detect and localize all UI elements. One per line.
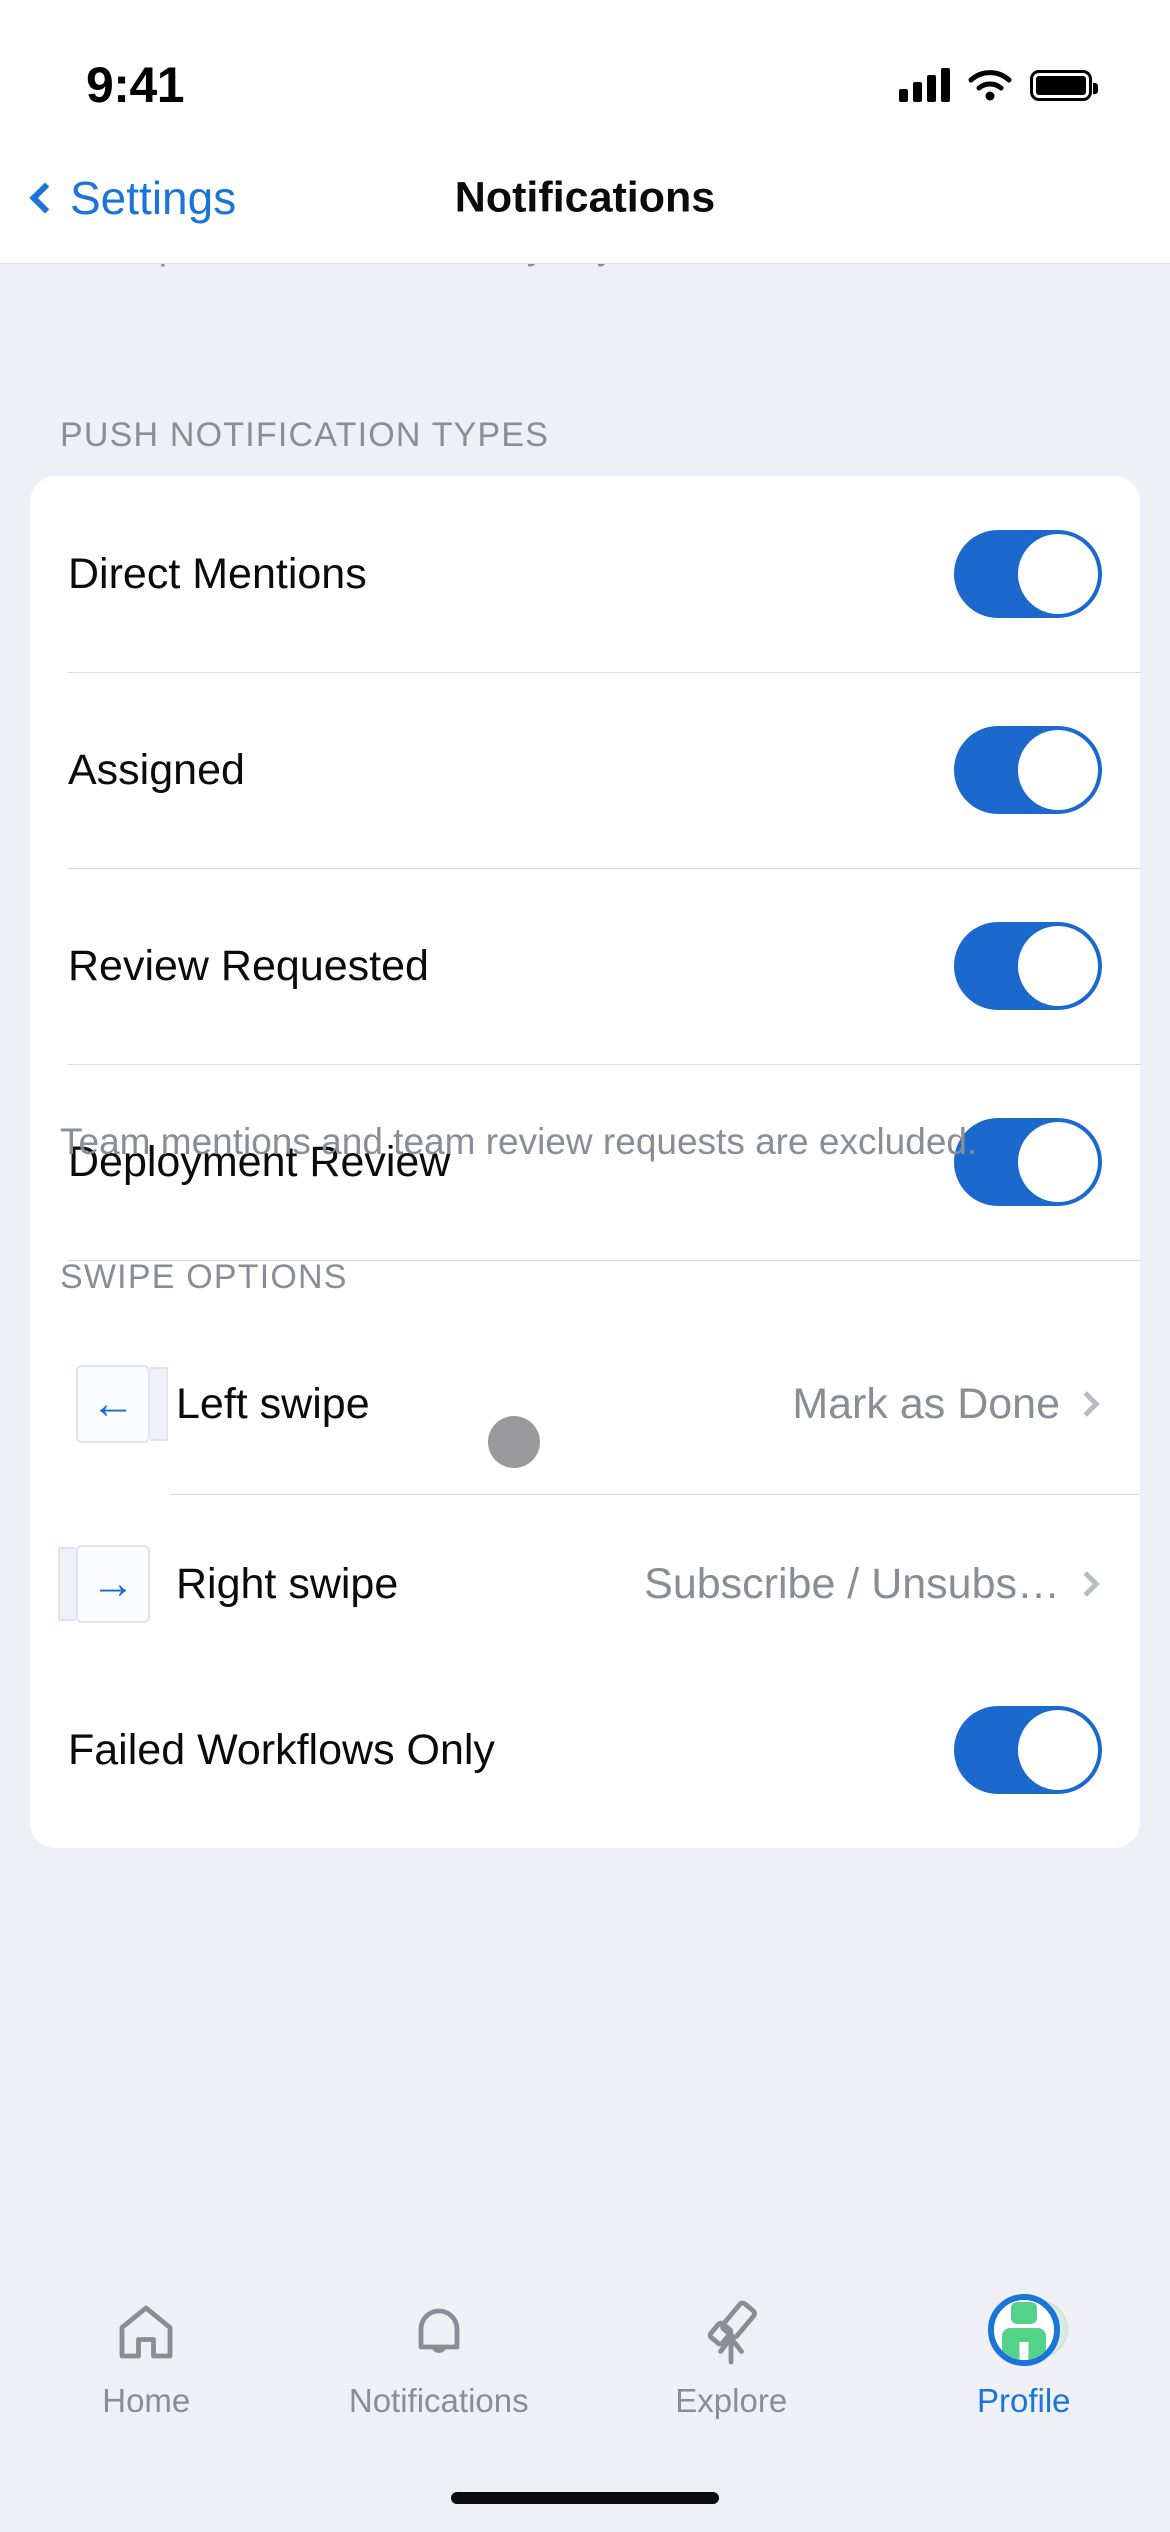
row-direct-mentions[interactable]: Direct Mentions (30, 476, 1140, 672)
toggle-failed-workflows-only[interactable] (954, 1706, 1102, 1794)
arrow-left-glyph: ← (91, 1379, 135, 1428)
section-header-swipe-options: SWIPE OPTIONS (60, 1258, 348, 1296)
swipe-row-value: Subscribe / Unsubs… (644, 1559, 1060, 1608)
page-title: Notifications (454, 173, 716, 221)
push-types-footnote: Team mentions and team review requests a… (60, 1121, 978, 1162)
toggle-review-requested[interactable] (954, 922, 1102, 1010)
row-right-swipe[interactable]: → Right swipe Subscribe / Unsubs… (30, 1494, 1140, 1674)
tab-label: Profile (976, 2382, 1071, 2419)
back-button-label: Settings (70, 171, 237, 224)
tab-label: Home (102, 2382, 191, 2419)
battery-full-icon (1030, 69, 1098, 101)
swipe-row-label: Right swipe (176, 1559, 399, 1608)
chevron-right-icon (1074, 1391, 1100, 1417)
toggle-assigned[interactable] (954, 726, 1102, 814)
row-left-swipe[interactable]: ← Left swipe Mark as Done (30, 1314, 1140, 1494)
avatar (987, 2294, 1060, 2366)
tab-label: Explore (675, 2382, 788, 2419)
home-icon (110, 2296, 182, 2368)
tab-notifications[interactable]: Notifications (293, 2296, 586, 2420)
home-indicator (451, 2492, 719, 2504)
status-bar: 9:41 (0, 0, 1170, 132)
row-failed-workflows-only[interactable]: Failed Workflows Only (30, 1652, 1140, 1848)
status-bar-indicators (899, 68, 1098, 102)
chevron-left-icon (29, 181, 61, 214)
arrow-left-icon: ← (76, 1365, 168, 1443)
cellular-bars-icon (899, 68, 950, 102)
row-label: Assigned (68, 745, 245, 794)
toggle-direct-mentions[interactable] (954, 530, 1102, 618)
row-label: Review Requested (68, 941, 429, 990)
settings-scroll-area[interactable]: Allow push notifications every day from … (0, 226, 1170, 2264)
arrow-right-icon: → (58, 1545, 150, 1623)
back-button[interactable]: Settings (24, 171, 236, 225)
chevron-right-icon (1074, 1571, 1100, 1597)
row-assigned[interactable]: Assigned (30, 672, 1140, 868)
tab-profile[interactable]: Profile (878, 2294, 1170, 2420)
swipe-row-label: Left swipe (176, 1379, 370, 1428)
swipe-row-value: Mark as Done (792, 1379, 1060, 1428)
row-review-requested[interactable]: Review Requested (30, 868, 1140, 1064)
tab-explore[interactable]: Explore (585, 2296, 878, 2420)
arrow-right-glyph: → (91, 1559, 135, 1608)
phone-screen: 9:41 Settings Notifications Allow push n… (0, 0, 1170, 2532)
avatar-icon (987, 2294, 1068, 2368)
section-header-push-notification-types: PUSH NOTIFICATION TYPES (60, 416, 550, 454)
row-label: Failed Workflows Only (68, 1725, 495, 1774)
tab-home[interactable]: Home (0, 2296, 293, 2420)
telescope-icon (695, 2296, 767, 2368)
wifi-icon (968, 70, 1012, 101)
navigation-bar: Settings Notifications (0, 132, 1170, 264)
tab-label: Notifications (348, 2382, 529, 2419)
row-label: Direct Mentions (68, 549, 367, 598)
swipe-options-card: ← Left swipe Mark as Done → Right swipe … (30, 1314, 1140, 1674)
bell-icon (403, 2296, 475, 2368)
status-bar-clock: 9:41 (86, 57, 185, 113)
